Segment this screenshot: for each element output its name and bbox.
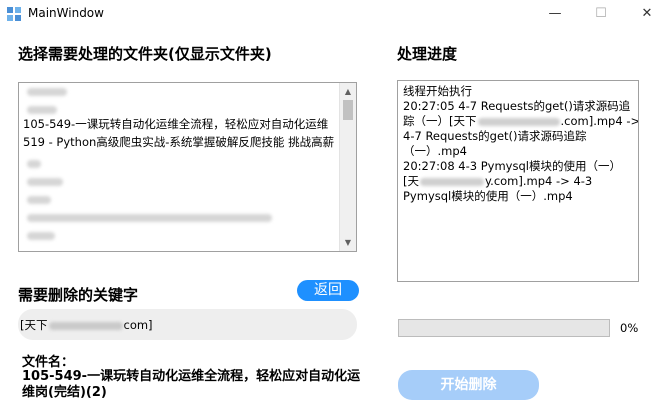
close-button[interactable]: ✕: [624, 0, 670, 30]
blurred-folder-item[interactable]: [27, 88, 67, 96]
back-button[interactable]: 返回: [297, 280, 359, 301]
log-line: 20:27:08 4-3 Pymysql模块的使用（一）: [403, 159, 621, 173]
folder-list-area: 105-549-一课玩转自动化运维全流程，轻松应对自动化运维 519 - Pyt…: [19, 83, 341, 251]
keyword-input[interactable]: [天下 com]: [18, 309, 357, 340]
scroll-up-arrow-icon[interactable]: ▲: [340, 83, 356, 100]
blurred-folder-item[interactable]: [27, 196, 51, 204]
window-title: MainWindow: [28, 6, 104, 20]
scroll-thumb[interactable]: [343, 100, 353, 120]
title-bar: MainWindow — ☐ ✕: [0, 0, 670, 30]
start-delete-button[interactable]: 开始删除: [398, 370, 539, 400]
progress-percent: 0%: [620, 321, 639, 335]
blurred-folder-item[interactable]: [27, 232, 55, 240]
progress-section-title: 处理进度: [397, 45, 458, 63]
folder-section-title: 选择需要处理的文件夹(仅显示文件夹): [18, 45, 272, 63]
log-line: 20:27:05 4-7 Requests的get()请求源码追: [403, 99, 631, 113]
minimize-button[interactable]: —: [532, 0, 578, 30]
blurred-folder-item[interactable]: [27, 106, 57, 114]
filename-label: 文件名：: [22, 355, 75, 370]
blurred-folder-item[interactable]: [27, 178, 63, 186]
folder-list-item[interactable]: 105-549-一课玩转自动化运维全流程，轻松应对自动化运维: [23, 115, 328, 133]
app-window-icon: [7, 7, 21, 21]
progress-log[interactable]: 线程开始执行 20:27:05 4-7 Requests的get()请求源码追 …: [397, 80, 639, 282]
log-line: 踪（一）[天下 .com].mp4 ->: [403, 114, 639, 128]
log-line: （一）.mp4: [403, 144, 467, 158]
keyword-input-value: [天下 com]: [20, 318, 153, 332]
log-line: [天 y.com].mp4 -> 4-3: [403, 174, 593, 188]
filename-value: 105-549-一课玩转自动化运维全流程，轻松应对自动化运维岗(完结)(2): [22, 369, 361, 400]
keyword-section-title: 需要删除的关键字: [18, 286, 139, 304]
blurred-folder-item[interactable]: [27, 214, 272, 222]
log-line: 4-7 Requests的get()请求源码追踪: [403, 129, 587, 143]
log-line: Pymysql模块的使用（一）.mp4: [403, 189, 573, 203]
log-line: 线程开始执行: [403, 84, 472, 98]
progress-bar: [398, 319, 610, 337]
blurred-folder-item[interactable]: [27, 160, 41, 168]
folder-listbox[interactable]: 105-549-一课玩转自动化运维全流程，轻松应对自动化运维 519 - Pyt…: [18, 82, 357, 252]
folder-list-scrollbar[interactable]: ▲ ▼: [339, 83, 356, 251]
scroll-down-arrow-icon[interactable]: ▼: [340, 234, 356, 251]
folder-list-item[interactable]: 519 - Python高级爬虫实战-系统掌握破解反爬技能 挑战高薪: [23, 133, 334, 151]
maximize-button[interactable]: ☐: [578, 0, 624, 30]
